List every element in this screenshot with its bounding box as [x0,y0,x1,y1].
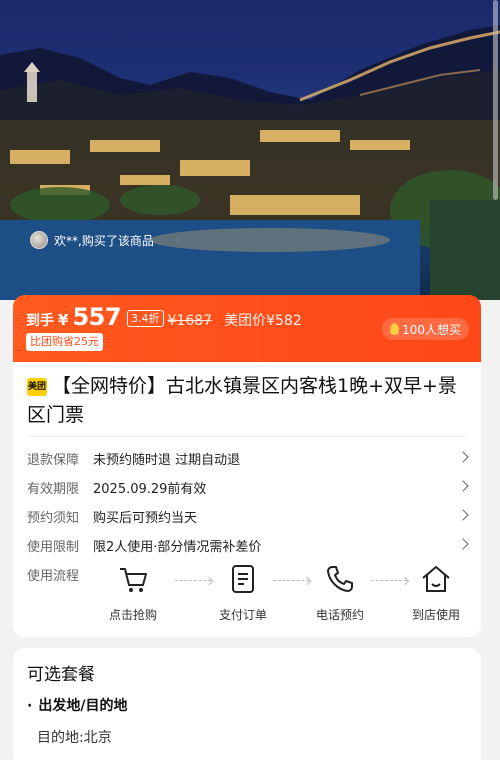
detail-value: 购买后可预约当天 [93,511,198,526]
buyer-notice: 欢**,购买了该商品 [30,229,154,251]
meituan-price: 美团价¥582 [224,313,302,329]
price-row: 到手 ¥ 557 3.4折 ¥1687 美团价¥582 [26,303,302,331]
usage-flow: 点击抢购 支付订单 电话预约 到店使用 [103,562,473,632]
flow-connector [371,580,407,581]
detail-label: 有效期限 [27,482,80,497]
buyer-avatar [30,231,48,249]
detail-row-booking[interactable]: 预约须知 购买后可预约当天 [27,502,469,531]
product-info-card: 美团 【全网特价】古北水镇景区内客栈1晚+双早+景区门票 退款保障 未预约随时退 … [13,362,481,637]
price-prefix: 到手 [26,313,54,329]
packages-card: 可选套餐 出发地/目的地 目的地:北京 [13,648,481,760]
phone-icon [327,566,353,592]
cart-icon [120,568,147,592]
price-banner: 到手 ¥ 557 3.4折 ¥1687 美团价¥582 比团购省25元 100人… [13,295,481,365]
detail-row-refund[interactable]: 退款保障 未预约随时退 过期自动退 [27,444,469,473]
wants-count: 100人想买 [402,322,461,337]
meituan-logo-icon: 美团 [27,378,47,396]
original-price: ¥1687 [167,313,213,329]
final-price: 557 [72,303,122,331]
destination-option[interactable]: 目的地:北京 [37,727,112,747]
chevron-right-icon [457,509,469,521]
scroll-indicator [493,0,498,200]
flow-step-label: 电话预约 [315,608,364,622]
flow-connector [273,580,309,581]
flow-step-label: 到店使用 [411,608,460,622]
product-title-text: 【全网特价】古北水镇景区内客栈1晚+双早+景区门票 [27,375,457,426]
detail-label: 退款保障 [27,453,80,468]
fire-icon [390,323,400,335]
buyer-notice-text: 欢**,购买了该商品 [54,233,154,248]
detail-list: 退款保障 未预约随时退 过期自动退 有效期限 2025.09.29前有效 预约须… [27,444,469,560]
flow-step-visit: 到店使用 [406,562,466,623]
discount-badge: 3.4折 [127,310,164,327]
flow-step-call: 电话预约 [310,562,370,623]
flow-label: 使用流程 [27,569,80,584]
detail-row-limits[interactable]: 使用限制 限2人使用·部分情况需补差价 [27,531,469,560]
detail-label: 使用限制 [27,540,80,555]
flow-step-buy: 点击抢购 [103,562,163,623]
currency-symbol: ¥ [58,311,69,329]
detail-row-validity[interactable]: 有效期限 2025.09.29前有效 [27,473,469,502]
packages-title: 可选套餐 [27,665,95,685]
group-saving-badge: 比团购省25元 [26,333,103,351]
home-icon [422,566,450,592]
chevron-right-icon [457,538,469,550]
chevron-right-icon [457,480,469,492]
detail-value: 2025.09.29前有效 [93,482,207,497]
flow-connector [175,580,211,581]
detail-label: 预约须知 [27,511,80,526]
flow-step-label: 支付订单 [218,608,267,622]
divider [27,436,467,437]
hero-image[interactable]: 欢**,购买了该商品 [0,0,500,300]
flow-step-pay: 支付订单 [213,562,273,623]
detail-value: 未预约随时退 过期自动退 [93,453,241,468]
town-night-scene [0,25,500,300]
chevron-right-icon [457,451,469,463]
detail-value: 限2人使用·部分情况需补差价 [93,540,262,555]
packages-section-title: 出发地/目的地 [27,695,127,715]
product-title: 美团 【全网特价】古北水镇景区内客栈1晚+双早+景区门票 [27,372,467,430]
order-icon [232,565,254,593]
flow-step-label: 点击抢购 [108,608,157,622]
wants-badge: 100人想买 [382,318,469,340]
